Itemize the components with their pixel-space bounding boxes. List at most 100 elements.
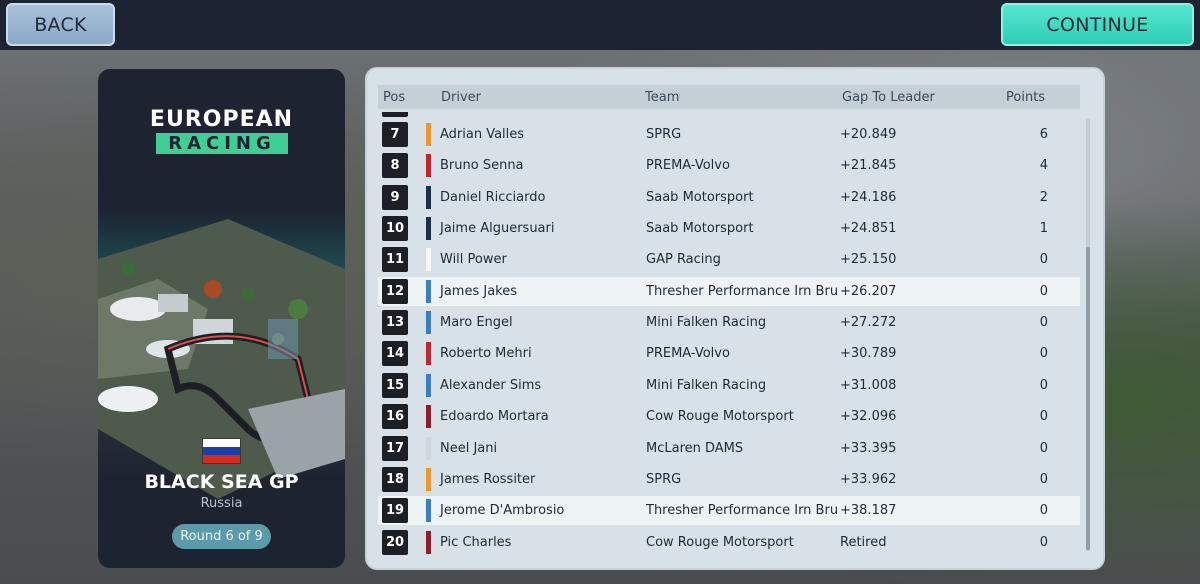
header-gap: Gap To Leader (842, 90, 935, 105)
position-badge: 12 (382, 279, 408, 304)
driver-name: Alexander Sims (440, 378, 542, 393)
table-row[interactable]: 13 Maro Engel Mini Falken Racing +27.272 0 (378, 308, 1080, 337)
team-name: Mini Falken Racing (646, 378, 767, 393)
position-badge: 14 (382, 341, 408, 366)
driver-name: Jaime Alguersuari (440, 221, 555, 236)
points-value: 0 (1039, 252, 1048, 267)
team-color-stripe (426, 248, 431, 271)
gp-country: Russia (200, 496, 243, 511)
team-name: McLaren DAMS (646, 441, 744, 456)
table-row[interactable]: 11 Will Power GAP Racing +25.150 0 (378, 245, 1080, 274)
gap-to-leader: +30.789 (840, 346, 897, 361)
header-points: Points (1006, 90, 1046, 105)
table-row[interactable]: 7 Adrian Valles SPRG +20.849 6 (378, 120, 1080, 149)
gap-to-leader: +24.186 (840, 190, 897, 205)
team-name: Cow Rouge Motorsport (646, 409, 794, 424)
table-row[interactable]: 19 Jerome D'Ambrosio Thresher Performance … (378, 496, 1080, 525)
gap-to-leader: +33.962 (840, 472, 897, 487)
results-panel: Pos Driver Team Gap To Leader Points 7 Ad… (367, 69, 1103, 568)
driver-name: Will Power (440, 252, 507, 267)
team-color-stripe (426, 311, 431, 334)
scrolled-row-edge (382, 112, 408, 117)
team-name: Saab Motorsport (646, 221, 754, 236)
table-row[interactable]: 16 Edoardo Mortara Cow Rouge Motorsport +32… (378, 402, 1080, 431)
table-row[interactable]: 8 Bruno Senna PREMA-Volvo +21.845 4 (378, 151, 1080, 180)
team-name: SPRG (646, 127, 682, 142)
driver-name: Daniel Ricciardo (440, 190, 546, 205)
driver-name: James Rossiter (440, 472, 536, 487)
gap-to-leader: +20.849 (840, 127, 897, 142)
team-name: Saab Motorsport (646, 190, 754, 205)
gap-to-leader: +31.008 (840, 378, 897, 393)
position-badge: 17 (382, 436, 408, 461)
table-row[interactable]: 10 Jaime Alguersuari Saab Motorsport +24.85… (378, 214, 1080, 243)
team-color-stripe (426, 437, 431, 460)
driver-name: Neel Jani (440, 441, 498, 456)
team-color-stripe (426, 186, 431, 209)
team-color-stripe (426, 217, 431, 240)
table-row[interactable]: 15 Alexander Sims Mini Falken Racing +31.00… (378, 371, 1080, 400)
table-row[interactable]: 17 Neel Jani McLaren DAMS +33.395 0 (378, 434, 1080, 463)
driver-name: Pic Charles (440, 535, 512, 550)
top-bar: BACK CONTINUE (0, 0, 1200, 50)
points-value: 6 (1039, 127, 1048, 142)
position-badge: 9 (382, 185, 408, 210)
points-value: 0 (1039, 441, 1048, 456)
series-logo-subtitle: RACING (156, 133, 288, 154)
gap-to-leader: +24.851 (840, 221, 897, 236)
driver-name: Bruno Senna (440, 158, 524, 173)
driver-name: Adrian Valles (440, 127, 525, 142)
position-badge: 19 (382, 498, 408, 523)
team-name: Cow Rouge Motorsport (646, 535, 794, 550)
table-row[interactable]: 14 Roberto Mehri PREMA-Volvo +30.789 0 (378, 339, 1080, 368)
gap-to-leader: +38.187 (840, 503, 897, 518)
team-color-stripe (426, 531, 431, 554)
gap-to-leader: Retired (840, 535, 887, 550)
continue-button[interactable]: CONTINUE (1001, 3, 1194, 46)
points-value: 0 (1039, 284, 1048, 299)
team-name: PREMA-Volvo (646, 346, 730, 361)
driver-name: Roberto Mehri (440, 346, 532, 361)
header-team: Team (645, 90, 680, 105)
position-badge: 20 (382, 530, 408, 555)
gap-to-leader: +25.150 (840, 252, 897, 267)
driver-name: James Jakes (440, 284, 518, 299)
table-row[interactable]: 9 Daniel Ricciardo Saab Motorsport +24.186 2 (378, 183, 1080, 212)
team-name: Thresher Performance Irn Bru (646, 284, 839, 299)
points-value: 0 (1039, 409, 1048, 424)
table-row[interactable]: 20 Pic Charles Cow Rouge Motorsport Retired… (378, 528, 1080, 557)
gp-title: BLACK SEA GP (144, 471, 299, 493)
driver-name: Edoardo Mortara (440, 409, 549, 424)
position-badge: 11 (382, 247, 408, 272)
team-color-stripe (426, 468, 431, 491)
position-badge: 7 (382, 122, 408, 147)
position-badge: 16 (382, 404, 408, 429)
team-color-stripe (426, 280, 431, 303)
team-name: SPRG (646, 472, 682, 487)
team-name: Thresher Performance Irn Bru (646, 503, 839, 518)
back-button[interactable]: BACK (6, 3, 115, 46)
points-value: 1 (1039, 221, 1048, 236)
points-value: 0 (1039, 472, 1048, 487)
points-value: 0 (1039, 378, 1048, 393)
points-value: 2 (1039, 190, 1048, 205)
gap-to-leader: +33.395 (840, 441, 897, 456)
points-value: 0 (1039, 315, 1048, 330)
results-header: Pos Driver Team Gap To Leader Points (378, 85, 1080, 109)
team-name: Mini Falken Racing (646, 315, 767, 330)
points-value: 0 (1039, 346, 1048, 361)
team-color-stripe (426, 405, 431, 428)
table-row[interactable]: 18 James Rossiter SPRG +33.962 0 (378, 465, 1080, 494)
driver-name: Jerome D'Ambrosio (440, 503, 565, 518)
table-row[interactable]: 12 James Jakes Thresher Performance Irn Br… (378, 277, 1080, 306)
scrollbar-thumb[interactable] (1086, 247, 1090, 550)
series-logo-title: EUROPEAN (149, 107, 294, 132)
team-name: PREMA-Volvo (646, 158, 730, 173)
position-badge: 15 (382, 373, 408, 398)
position-badge: 13 (382, 310, 408, 335)
points-value: 0 (1039, 535, 1048, 550)
position-badge: 8 (382, 153, 408, 178)
team-color-stripe (426, 342, 431, 365)
team-color-stripe (426, 499, 431, 522)
gap-to-leader: +21.845 (840, 158, 897, 173)
